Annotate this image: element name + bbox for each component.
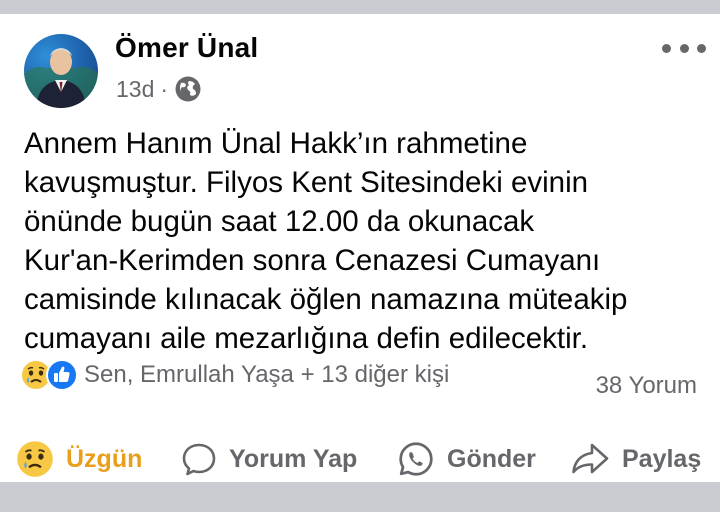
whatsapp-icon [399, 442, 433, 476]
post-card: Ömer Ünal 13d · Annem Hanım Ünal Hakk’ın… [0, 14, 720, 482]
author-name[interactable]: Ömer Ünal [115, 32, 258, 64]
post-text-line: camisinde kılınacak öğlen namazına mütea… [24, 283, 628, 316]
more-dot-icon [697, 43, 706, 53]
share-arrow-icon [572, 443, 609, 474]
comments-count[interactable]: 38 Yorum [596, 372, 697, 400]
action-bar: Üzgün Yorum Yap Gönder Paylaş [0, 432, 720, 486]
more-options-button[interactable] [662, 36, 706, 60]
reactors-text[interactable]: Sen, Emrullah Yaşa + 13 diğer kişi [84, 361, 449, 389]
post-text: Annem Hanım Ünal Hakk’ın rahmetine kavuş… [24, 124, 709, 358]
post-text-line: Annem Hanım Ünal Hakk’ın rahmetine [24, 127, 528, 160]
sad-reaction-icon [17, 441, 53, 477]
feed-separator-top [0, 0, 720, 14]
more-dot-icon [662, 43, 671, 53]
post-meta: 13d · [116, 74, 202, 104]
feed-separator-bottom [0, 482, 720, 512]
avatar-image [24, 48, 98, 108]
comment-label: Yorum Yap [229, 444, 358, 473]
reaction-button[interactable]: Üzgün [16, 432, 142, 486]
avatar[interactable] [24, 34, 98, 108]
share-label: Paylaş [622, 444, 702, 473]
reactions-summary[interactable]: Sen, Emrullah Yaşa + 13 diğer kişi [20, 358, 449, 392]
comment-button[interactable]: Yorum Yap [181, 432, 357, 486]
post-text-line: Kur'an-Kerimden sonra Cenazesi Cumayanı [24, 244, 601, 277]
meta-separator: · [160, 75, 169, 102]
post-text-line: önünde bugün saat 12.00 da okunacak [24, 205, 535, 238]
comment-icon [182, 443, 216, 476]
post-time[interactable]: 13d [116, 76, 154, 103]
reaction-label: Üzgün [66, 444, 143, 473]
send-label: Gönder [447, 444, 536, 473]
post-text-line: cumayanı aile mezarlığına defin edilecek… [24, 322, 589, 355]
share-button[interactable]: Paylaş [570, 432, 701, 486]
send-button[interactable]: Gönder [397, 432, 536, 486]
like-reaction-icon [46, 359, 78, 391]
more-dot-icon [679, 43, 689, 53]
globe-icon [175, 76, 201, 102]
post-text-line: kavuşmuştur. Filyos Kent Sitesindeki evi… [24, 166, 589, 199]
